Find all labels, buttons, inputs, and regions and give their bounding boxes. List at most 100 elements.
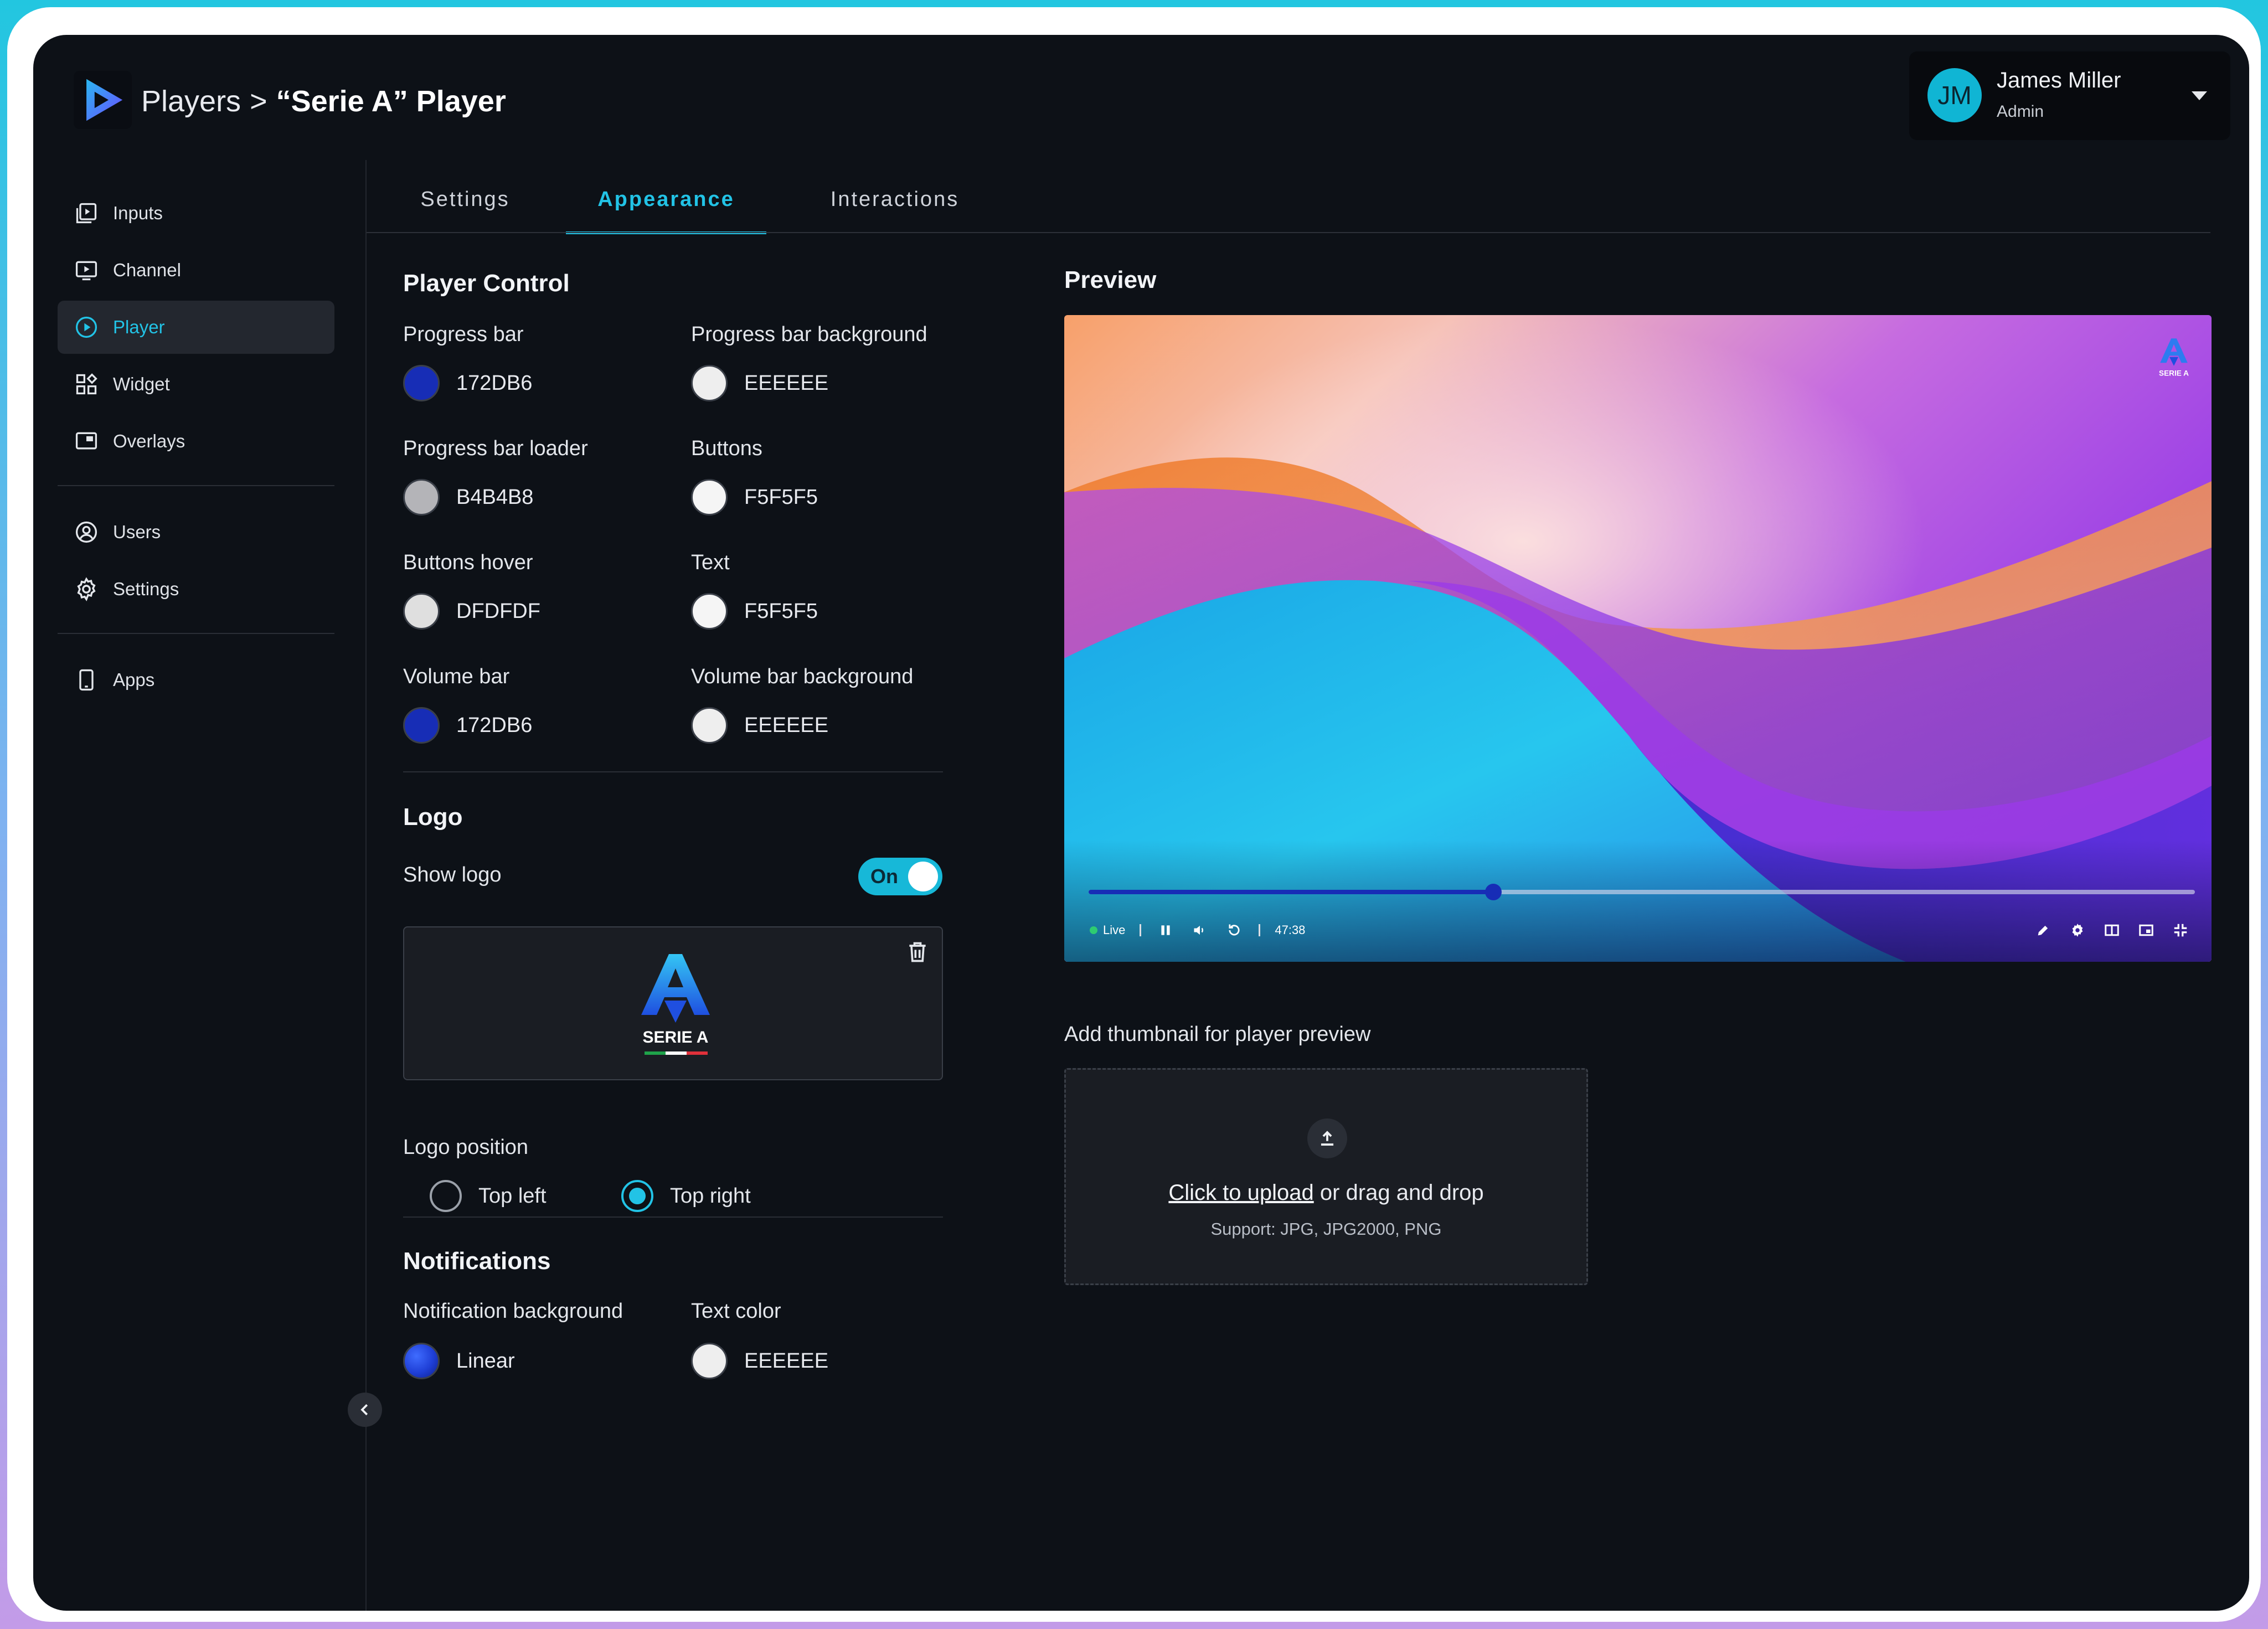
- radio-label: Top left: [478, 1184, 547, 1208]
- live-label: Live: [1103, 923, 1126, 937]
- field-label-buttons-hover: Buttons hover: [403, 551, 533, 574]
- radio-top-left[interactable]: Top left: [430, 1178, 547, 1214]
- chevron-left-icon: [360, 1404, 368, 1416]
- chevron-down-icon[interactable]: [2192, 91, 2207, 100]
- sidebar-item-label: Player: [113, 317, 165, 337]
- show-logo-toggle[interactable]: On: [858, 858, 942, 895]
- logo-text: SERIE A: [643, 1028, 709, 1047]
- section-title-logo: Logo: [403, 803, 463, 831]
- sidebar: Inputs Channel Player Widget Overlays Us…: [33, 35, 365, 1611]
- time-display: 47:38: [1275, 923, 1306, 937]
- color-value: F5F5F5: [744, 485, 818, 509]
- field-label-notification-background: Notification background: [403, 1300, 623, 1323]
- dropzone-text: Click to upload or drag and drop: [1066, 1180, 1586, 1205]
- channel-icon: [72, 256, 101, 285]
- sidebar-item-apps[interactable]: Apps: [58, 653, 334, 707]
- tab-bar: Settings Appearance Interactions: [365, 166, 2237, 234]
- pause-icon[interactable]: [1156, 920, 1176, 940]
- sidebar-item-channel[interactable]: Channel: [58, 244, 334, 297]
- progress-bar[interactable]: [1089, 884, 2195, 900]
- sidebar-item-inputs[interactable]: Inputs: [58, 187, 334, 240]
- color-swatch[interactable]: [691, 365, 728, 401]
- tab-appearance[interactable]: Appearance: [566, 166, 766, 234]
- gradient-swatch[interactable]: [403, 1343, 440, 1379]
- user-menu[interactable]: JM James Miller Admin: [1909, 51, 2230, 140]
- color-swatch[interactable]: [691, 707, 728, 744]
- toggle-state-label: On: [870, 865, 898, 888]
- collapse-sidebar-button[interactable]: [348, 1393, 382, 1427]
- sidebar-divider: [58, 485, 334, 486]
- color-picker-volume-bar-background[interactable]: EEEEEE: [691, 706, 828, 745]
- color-value: B4B4B8: [456, 485, 534, 509]
- progress-bar-fill: [1089, 890, 1494, 894]
- thumbnail-dropzone[interactable]: Click to upload or drag and drop Support…: [1064, 1068, 1588, 1285]
- toggle-knob: [908, 862, 938, 891]
- color-value: DFDFDF: [456, 599, 540, 623]
- sidebar-item-label: Widget: [113, 374, 170, 394]
- sidebar-item-label: Users: [113, 522, 161, 542]
- user-role: Admin: [1997, 102, 2044, 121]
- section-title-notifications: Notifications: [403, 1247, 551, 1275]
- color-value: Linear: [456, 1349, 515, 1373]
- theater-mode-icon[interactable]: [2102, 920, 2122, 940]
- color-picker-buttons[interactable]: F5F5F5: [691, 478, 818, 517]
- picture-in-picture-icon[interactable]: [2136, 920, 2156, 940]
- exit-fullscreen-icon[interactable]: [2171, 920, 2190, 940]
- color-picker-volume-bar[interactable]: 172DB6: [403, 706, 532, 745]
- sidebar-item-users[interactable]: Users: [58, 506, 334, 559]
- color-swatch[interactable]: [403, 365, 440, 401]
- show-logo-label: Show logo: [403, 863, 502, 886]
- supported-formats: Support: JPG, JPG2000, PNG: [1210, 1219, 1442, 1239]
- radio-button-selected[interactable]: [621, 1180, 653, 1212]
- widget-icon: [72, 370, 101, 399]
- radio-top-right[interactable]: Top right: [621, 1178, 751, 1214]
- section-title-player-control: Player Control: [403, 270, 570, 297]
- color-picker-buttons-hover[interactable]: DFDFDF: [403, 592, 540, 631]
- avatar: JM: [1927, 68, 1982, 122]
- sidebar-item-settings[interactable]: Settings: [58, 563, 334, 616]
- sidebar-item-label: Inputs: [113, 203, 163, 223]
- color-picker-progress-bar[interactable]: 172DB6: [403, 364, 532, 403]
- color-picker-progress-bar-loader[interactable]: B4B4B8: [403, 478, 533, 517]
- section-divider: [403, 1216, 943, 1218]
- tab-interactions[interactable]: Interactions: [812, 166, 978, 233]
- logo-preview: SERIE A: [403, 926, 943, 1080]
- inputs-icon: [72, 199, 101, 228]
- replay-icon[interactable]: [1224, 920, 1244, 940]
- gear-icon: [72, 575, 101, 604]
- radio-button[interactable]: [430, 1180, 462, 1212]
- trash-icon[interactable]: [905, 939, 930, 965]
- color-picker-progress-bar-background[interactable]: EEEEEE: [691, 364, 828, 403]
- video-player-preview[interactable]: SERIE A Live 47:38: [1064, 315, 2212, 962]
- color-value: EEEEEE: [744, 1349, 829, 1373]
- tab-settings[interactable]: Settings: [404, 166, 526, 233]
- color-picker-text[interactable]: F5F5F5: [691, 592, 818, 631]
- color-swatch[interactable]: [403, 707, 440, 744]
- player-controls-left: Live 47:38: [1090, 916, 1305, 944]
- color-value: EEEEEE: [744, 371, 829, 395]
- pen-icon[interactable]: [2033, 920, 2053, 940]
- control-divider: [1259, 924, 1261, 936]
- field-label-progress-bar-loader: Progress bar loader: [403, 437, 588, 460]
- color-picker-notification-background[interactable]: Linear: [403, 1342, 515, 1380]
- color-value: EEEEEE: [744, 713, 829, 737]
- click-to-upload-link[interactable]: Click to upload: [1168, 1180, 1313, 1205]
- color-swatch[interactable]: [691, 593, 728, 630]
- color-swatch[interactable]: [691, 1343, 728, 1379]
- live-dot: [1090, 926, 1097, 934]
- live-indicator[interactable]: Live: [1090, 923, 1125, 937]
- sidebar-item-widget[interactable]: Widget: [58, 358, 334, 411]
- sidebar-item-label: Overlays: [113, 431, 185, 451]
- color-picker-text-color[interactable]: EEEEEE: [691, 1342, 828, 1380]
- field-label-text: Text: [691, 551, 730, 574]
- color-swatch[interactable]: [403, 593, 440, 630]
- gear-icon[interactable]: [2068, 920, 2087, 940]
- color-swatch[interactable]: [403, 479, 440, 515]
- sidebar-item-player[interactable]: Player: [58, 301, 334, 354]
- volume-icon[interactable]: [1190, 920, 1210, 940]
- upload-icon: [1307, 1118, 1347, 1158]
- radio-label: Top right: [670, 1184, 751, 1208]
- sidebar-item-overlays[interactable]: Overlays: [58, 415, 334, 468]
- color-value: 172DB6: [456, 371, 533, 395]
- color-swatch[interactable]: [691, 479, 728, 515]
